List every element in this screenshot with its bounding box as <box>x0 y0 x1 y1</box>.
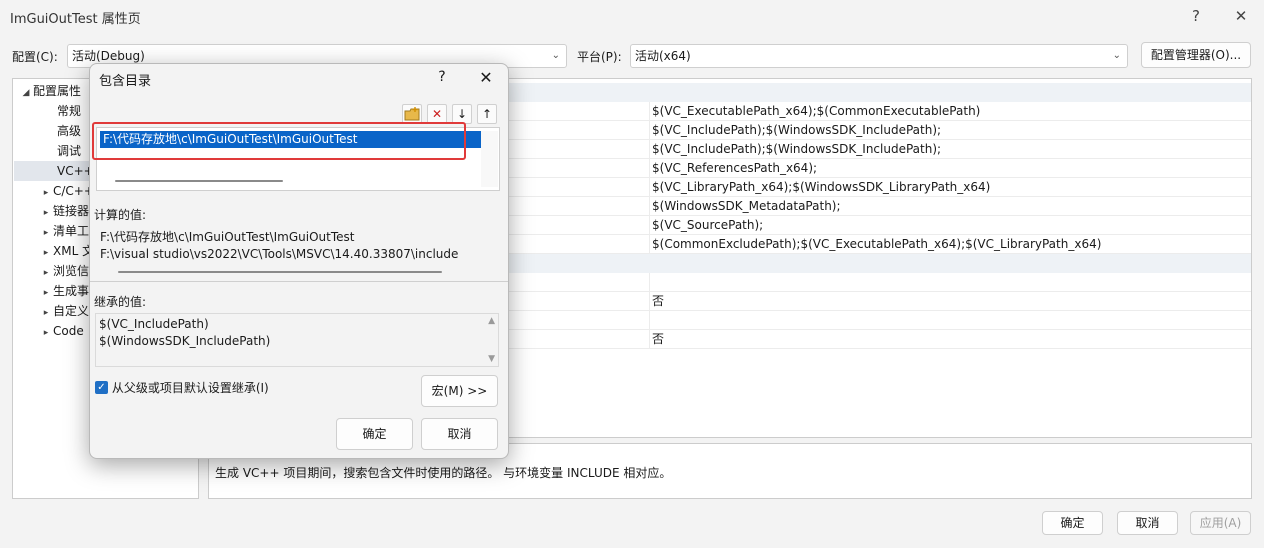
caret-right-icon: ▸ <box>43 308 49 318</box>
close-button[interactable]: ✕ <box>1226 4 1256 28</box>
tree-item-general[interactable]: 常规 <box>57 101 81 121</box>
dialog-ok-button[interactable]: 确定 <box>336 418 413 450</box>
tree-item-manifest[interactable]: ▸ 清单工 <box>39 221 89 241</box>
inherited-value: $(WindowsSDK_IncludePath) <box>99 334 271 348</box>
computed-values-box: F:\代码存放地\c\ImGuiOutTest\ImGuiOutTest F:\… <box>94 224 498 278</box>
tree-item-debugging[interactable]: 调试 <box>57 141 81 161</box>
description-text: 生成 VC++ 项目期间，搜索包含文件时使用的路径。 与环境变量 INCLUDE… <box>215 466 672 480</box>
apply-button[interactable]: 应用(A) <box>1190 511 1251 535</box>
computed-label: 计算的值: <box>94 208 147 222</box>
dialog-cancel-button[interactable]: 取消 <box>421 418 498 450</box>
move-down-icon[interactable]: ↓ <box>452 104 472 124</box>
property-value: $(VC_LibraryPath_x64);$(WindowsSDK_Libra… <box>652 180 991 194</box>
caret-right-icon: ▸ <box>43 288 49 298</box>
caret-right-icon: ▸ <box>43 208 49 218</box>
tree-item-advanced[interactable]: 高级 <box>57 121 81 141</box>
caret-right-icon: ▸ <box>43 248 49 258</box>
dialog-close-button[interactable]: ✕ <box>473 68 499 88</box>
inherited-value: $(VC_IncludePath) <box>99 317 209 331</box>
tree-item-cpp[interactable]: ▸ C/C++ <box>39 181 94 201</box>
caret-right-icon: ▸ <box>43 228 49 238</box>
inherit-checkbox-label: 从父级或项目默认设置继承(I) <box>111 381 269 395</box>
tree-root[interactable]: ◢ 配置属性 <box>19 81 81 101</box>
chevron-down-icon: ⌄ <box>1112 50 1121 61</box>
computed-value: F:\代码存放地\c\ImGuiOutTest\ImGuiOutTest <box>100 230 355 244</box>
scroll-up-icon[interactable]: ▲ <box>488 316 495 326</box>
dialog-title: 包含目录 <box>99 74 152 89</box>
config-manager-button[interactable]: 配置管理器(O)... <box>1141 42 1251 68</box>
dialog-help-button[interactable]: ? <box>430 69 454 89</box>
vertical-scrollbar[interactable] <box>481 131 498 187</box>
tree-item-build-events[interactable]: ▸ 生成事 <box>39 281 89 301</box>
horizontal-scrollbar[interactable] <box>115 180 283 182</box>
property-value: $(WindowsSDK_MetadataPath); <box>652 199 841 213</box>
platform-label: 平台(P): <box>577 50 622 64</box>
tree-item-linker[interactable]: ▸ 链接器 <box>39 201 89 221</box>
inherited-values-box: $(VC_IncludePath) $(WindowsSDK_IncludePa… <box>95 313 499 367</box>
tree-item-browse[interactable]: ▸ 浏览信 <box>39 261 89 281</box>
property-value: $(VC_ExecutablePath_x64);$(CommonExecuta… <box>652 104 981 118</box>
property-value: 否 <box>652 332 665 346</box>
highlight-box <box>92 122 466 160</box>
property-value: $(CommonExcludePath);$(VC_ExecutablePath… <box>652 237 1102 251</box>
help-button[interactable]: ? <box>1181 4 1211 28</box>
platform-select-value: 活动(x64) <box>635 49 691 63</box>
horizontal-scrollbar[interactable] <box>118 271 442 273</box>
include-dirs-dialog: 包含目录 ? ✕ ✕ ↓ ↑ F:\代码存放地\c\ImGuiOutTest\I… <box>89 63 509 459</box>
property-value: $(VC_ReferencesPath_x64); <box>652 161 818 175</box>
cancel-button[interactable]: 取消 <box>1117 511 1178 535</box>
checkmark-icon: ✓ <box>95 381 108 394</box>
computed-value: F:\visual studio\vs2022\VC\Tools\MSVC\14… <box>100 247 459 261</box>
scroll-down-icon[interactable]: ▼ <box>488 354 495 364</box>
ok-button[interactable]: 确定 <box>1042 511 1103 535</box>
caret-right-icon: ▸ <box>43 188 49 198</box>
property-value: 否 <box>652 294 665 308</box>
caret-right-icon: ▸ <box>43 268 49 278</box>
platform-select[interactable]: 活动(x64) ⌄ <box>630 44 1128 68</box>
new-folder-icon[interactable] <box>402 104 422 124</box>
chevron-down-icon: ⌄ <box>551 50 560 61</box>
caret-right-icon: ▸ <box>43 328 49 338</box>
macro-button[interactable]: 宏(M) >> <box>421 375 498 407</box>
property-value: $(VC_IncludePath);$(WindowsSDK_IncludePa… <box>652 123 942 137</box>
inherit-checkbox[interactable]: ✓ 从父级或项目默认设置继承(I) <box>95 379 269 395</box>
tree-item-xml[interactable]: ▸ XML 文 <box>39 241 94 261</box>
move-up-icon[interactable]: ↑ <box>477 104 497 124</box>
property-value: $(VC_IncludePath);$(WindowsSDK_IncludePa… <box>652 142 942 156</box>
inherited-label: 继承的值: <box>94 295 147 309</box>
config-select-value: 活动(Debug) <box>72 49 145 63</box>
caret-down-icon: ◢ <box>22 88 30 98</box>
property-value: $(VC_SourcePath); <box>652 218 764 232</box>
divider <box>90 281 508 282</box>
delete-icon[interactable]: ✕ <box>427 104 447 124</box>
window-title: ImGuiOutTest 属性页 <box>10 12 141 27</box>
tree-item-code[interactable]: ▸ Code <box>39 321 84 341</box>
tree-item-custom[interactable]: ▸ 自定义 <box>39 301 89 321</box>
config-label: 配置(C): <box>12 50 58 64</box>
